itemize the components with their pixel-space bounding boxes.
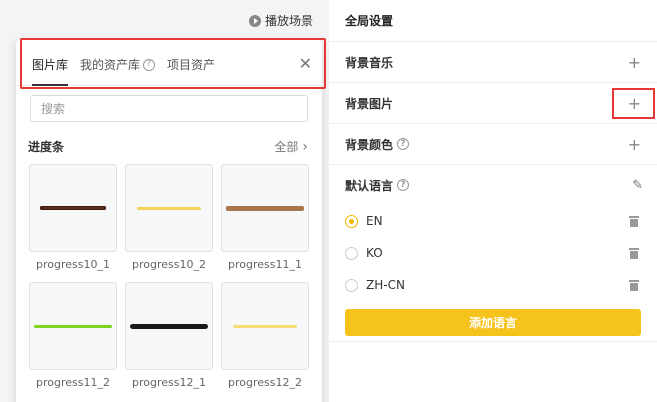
asset-tabs: 图片库 我的资产库 ? 项目资产 ✕ bbox=[16, 40, 322, 86]
language-code: ZH-CN bbox=[366, 278, 405, 292]
default-language-header: 默认语言 ? ✎ bbox=[329, 165, 657, 205]
tab-label: 图片库 bbox=[32, 58, 69, 72]
add-icon[interactable]: + bbox=[628, 53, 641, 72]
language-item[interactable]: EN bbox=[329, 205, 657, 237]
asset-name: progress10_2 bbox=[132, 258, 206, 271]
language-item[interactable]: KO bbox=[329, 237, 657, 269]
tab-label: 我的资产库 bbox=[80, 58, 141, 72]
play-scene-label: 播放场景 bbox=[265, 14, 314, 28]
divider bbox=[329, 341, 657, 342]
language-item[interactable]: ZH-CN bbox=[329, 269, 657, 301]
asset-thumbnail bbox=[125, 164, 213, 252]
radio-button[interactable] bbox=[345, 278, 358, 292]
play-circle-icon bbox=[249, 14, 261, 27]
progress-bar-preview bbox=[226, 205, 304, 211]
help-icon[interactable]: ? bbox=[143, 58, 156, 71]
asset-name: progress11_1 bbox=[228, 258, 302, 271]
progress-bar-preview bbox=[233, 324, 297, 328]
help-icon[interactable]: ? bbox=[397, 138, 410, 150]
asset-item[interactable]: progress10_2 bbox=[125, 164, 213, 282]
add-icon[interactable]: + bbox=[628, 135, 641, 154]
asset-item[interactable]: progress10_1 bbox=[29, 164, 117, 282]
asset-library-popup: 图片库 我的资产库 ? 项目资产 ✕ 进度条 全部 › progress10_1 bbox=[16, 40, 322, 402]
progress-bar-preview bbox=[34, 324, 112, 328]
asset-thumbnail bbox=[125, 282, 213, 370]
asset-item[interactable]: progress12_2 bbox=[221, 282, 309, 400]
pencil-icon[interactable]: ✎ bbox=[632, 178, 643, 193]
asset-thumbnail bbox=[29, 164, 117, 252]
trash-icon[interactable] bbox=[629, 279, 639, 291]
panel-title: 全局设置 bbox=[329, 0, 657, 42]
language-code: KO bbox=[366, 246, 383, 260]
background-image-row: 背景图片 + bbox=[329, 83, 657, 124]
add-icon[interactable]: + bbox=[628, 94, 641, 113]
tab-my-assets[interactable]: 我的资产库 ? bbox=[76, 56, 159, 85]
help-icon[interactable]: ? bbox=[397, 179, 410, 191]
progress-bar-preview bbox=[137, 206, 201, 210]
asset-name: progress12_1 bbox=[132, 376, 206, 389]
tab-label: 项目资产 bbox=[167, 58, 216, 72]
asset-grid: progress10_1 progress10_2 progress11_1 p… bbox=[29, 164, 309, 400]
asset-item[interactable]: progress11_1 bbox=[221, 164, 309, 282]
asset-name: progress12_2 bbox=[228, 376, 302, 389]
background-music-row: 背景音乐 + bbox=[329, 42, 657, 83]
view-all-link[interactable]: 全部 › bbox=[274, 138, 308, 155]
tab-image-library[interactable]: 图片库 bbox=[28, 56, 72, 86]
section-label: 默认语言 bbox=[345, 178, 394, 193]
view-all-label: 全部 bbox=[274, 140, 299, 154]
asset-item[interactable]: progress11_2 bbox=[29, 282, 117, 400]
background-color-row: 背景颜色 ? + bbox=[329, 124, 657, 165]
row-label: 背景颜色 bbox=[345, 137, 394, 152]
asset-thumbnail bbox=[221, 164, 309, 252]
row-label: 背景音乐 bbox=[345, 55, 394, 70]
asset-thumbnail bbox=[29, 282, 117, 370]
trash-icon[interactable] bbox=[629, 215, 639, 227]
close-icon[interactable]: ✕ bbox=[299, 56, 312, 72]
progress-bar-preview bbox=[40, 206, 106, 210]
asset-thumbnail bbox=[221, 282, 309, 370]
add-language-button[interactable]: 添加语言 bbox=[345, 309, 641, 336]
global-settings-panel: 全局设置 背景音乐 + 背景图片 + 背景颜色 ? + 默认语言 ? ✎ EN bbox=[329, 0, 657, 402]
progress-bar-preview bbox=[130, 323, 208, 329]
radio-button[interactable] bbox=[345, 214, 358, 228]
radio-button[interactable] bbox=[345, 246, 358, 260]
trash-icon[interactable] bbox=[629, 247, 639, 259]
play-scene-button[interactable]: 播放场景 bbox=[249, 12, 313, 29]
tab-project-assets[interactable]: 项目资产 bbox=[163, 56, 219, 85]
search-input[interactable] bbox=[30, 95, 308, 122]
asset-item[interactable]: progress12_1 bbox=[125, 282, 213, 400]
section-title: 进度条 bbox=[28, 140, 65, 154]
asset-name: progress10_1 bbox=[36, 258, 110, 271]
row-label: 背景图片 bbox=[345, 96, 394, 111]
language-code: EN bbox=[366, 214, 383, 228]
asset-name: progress11_2 bbox=[36, 376, 110, 389]
chevron-right-icon: › bbox=[302, 138, 308, 155]
section-header: 进度条 全部 › bbox=[28, 138, 308, 155]
